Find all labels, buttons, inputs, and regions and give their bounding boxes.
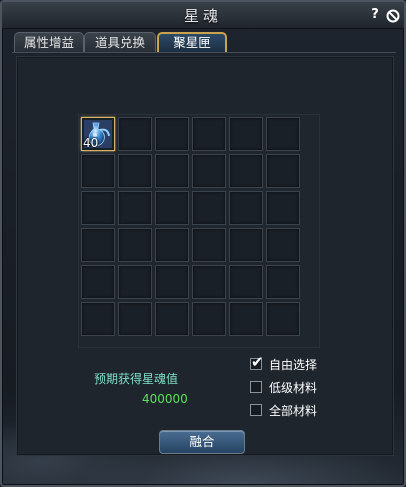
grid-slot[interactable] — [118, 302, 152, 336]
grid-slot[interactable] — [81, 228, 115, 262]
grid-slot[interactable] — [192, 265, 226, 299]
title-bar[interactable]: 星魂 ? — [2, 2, 404, 29]
tab-item-exchange[interactable]: 道具兑换 — [84, 32, 156, 53]
grid-slot[interactable] — [81, 302, 115, 336]
grid-slot[interactable] — [155, 302, 189, 336]
option-label: 全部材料 — [269, 404, 318, 418]
grid-slot[interactable]: 40 — [81, 117, 115, 151]
grid-slot[interactable] — [192, 228, 226, 262]
option-label: 自由选择 — [269, 358, 318, 372]
grid-slot[interactable] — [155, 191, 189, 225]
expected-star-soul-label: 预期获得星魂值 — [94, 372, 179, 386]
grid-slot[interactable] — [229, 265, 263, 299]
grid-slot[interactable] — [192, 191, 226, 225]
star-soul-window: 星魂 ? 属性增益 道具兑换 聚星匣 40 预期获得星魂值 400000 ✔ 自… — [0, 0, 406, 487]
grid-slot[interactable] — [155, 265, 189, 299]
grid-slot[interactable] — [192, 154, 226, 188]
grid-slot[interactable] — [229, 191, 263, 225]
grid-slot[interactable] — [229, 154, 263, 188]
grid-slot[interactable] — [118, 228, 152, 262]
help-icon[interactable]: ? — [368, 8, 382, 22]
grid-slot[interactable] — [155, 117, 189, 151]
grid-slot[interactable] — [81, 191, 115, 225]
grid-slot[interactable] — [266, 117, 300, 151]
grid-slot[interactable] — [192, 117, 226, 151]
material-grid: 40 — [78, 114, 320, 348]
grid-slot[interactable] — [266, 265, 300, 299]
tab-attribute-bonus[interactable]: 属性增益 — [14, 32, 84, 53]
grid-slot[interactable] — [266, 228, 300, 262]
close-icon[interactable] — [386, 8, 400, 23]
tab-divider — [12, 52, 396, 53]
grid-slot[interactable] — [81, 265, 115, 299]
window-title: 星魂 — [183, 7, 222, 25]
grid-slot[interactable] — [266, 302, 300, 336]
grid-slot[interactable] — [118, 117, 152, 151]
grid-slot[interactable] — [266, 154, 300, 188]
grid-slot[interactable] — [118, 265, 152, 299]
tab-star-box[interactable]: 聚星匣 — [157, 32, 227, 53]
all-materials-checkbox[interactable] — [250, 404, 262, 416]
item-count: 40 — [83, 136, 99, 150]
option-label: 低级材料 — [269, 381, 318, 395]
fuse-button[interactable]: 融合 — [159, 430, 245, 454]
grid-slot[interactable] — [229, 228, 263, 262]
checkmark-icon: ✔ — [251, 353, 264, 371]
low-level-checkbox[interactable] — [250, 381, 262, 393]
expected-star-soul-value: 400000 — [142, 392, 188, 406]
grid-slot[interactable] — [266, 191, 300, 225]
grid-slot[interactable] — [81, 154, 115, 188]
grid-slot[interactable] — [118, 154, 152, 188]
grid-slot[interactable] — [192, 302, 226, 336]
grid-slot[interactable] — [155, 228, 189, 262]
grid-slot[interactable] — [155, 154, 189, 188]
grid-slot[interactable] — [229, 302, 263, 336]
free-select-checkbox[interactable]: ✔ — [250, 354, 264, 370]
grid-slot[interactable] — [118, 191, 152, 225]
grid-slot[interactable] — [229, 117, 263, 151]
